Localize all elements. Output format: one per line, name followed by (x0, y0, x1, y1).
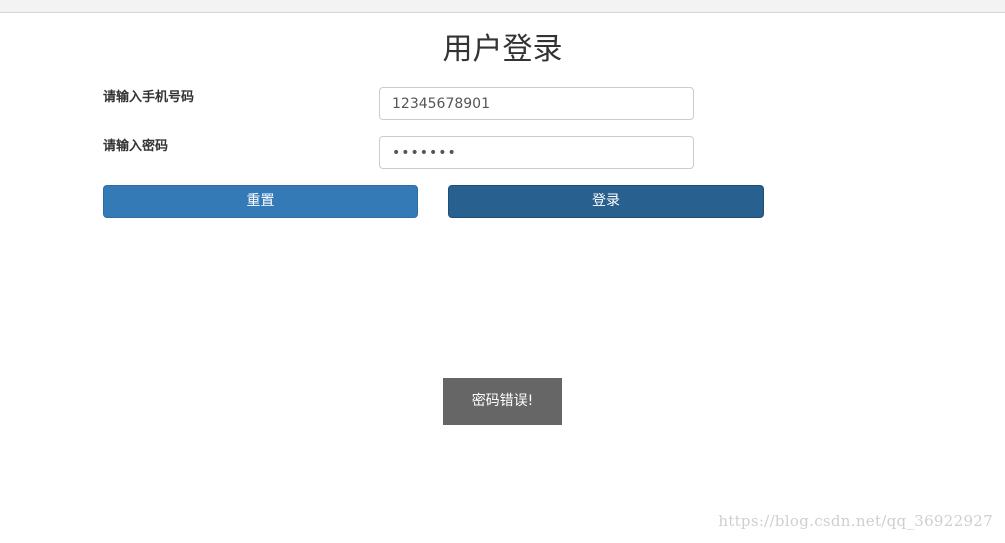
phone-label: 请输入手机号码 (103, 90, 195, 105)
password-label: 请输入密码 (103, 139, 169, 154)
page-title: 用户登录 (442, 32, 563, 67)
login-button[interactable]: 登录 (448, 185, 764, 218)
error-toast: 密码错误! (443, 378, 562, 425)
browser-top-strip (0, 0, 1005, 13)
watermark-text: https://blog.csdn.net/qq_36922927 (718, 512, 993, 530)
reset-button[interactable]: 重置 (103, 185, 418, 218)
phone-input[interactable] (379, 87, 694, 120)
password-input[interactable] (379, 136, 694, 169)
